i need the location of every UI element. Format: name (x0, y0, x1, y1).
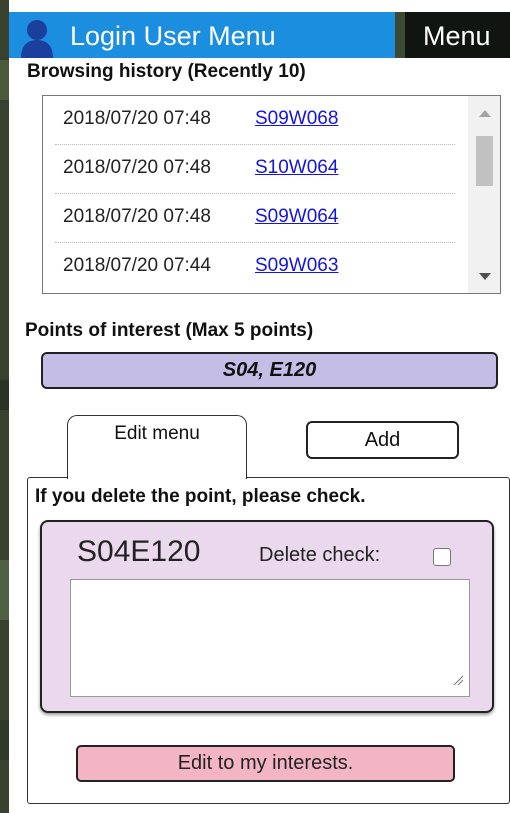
tab-edit-menu[interactable]: Edit menu (67, 415, 247, 479)
login-user-menu-label: Login User Menu (70, 21, 276, 51)
history-link[interactable]: S09W068 (255, 108, 338, 130)
history-heading: Browsing history (Recently 10) (27, 61, 306, 82)
history-time: 2018/07/20 07:44 (63, 255, 211, 276)
poi-selected-point[interactable]: S04, E120 (41, 352, 498, 389)
history-link[interactable]: S09W064 (255, 206, 338, 228)
scroll-up-arrow-icon[interactable] (479, 110, 491, 117)
delete-checkbox[interactable] (433, 548, 451, 566)
login-user-menu-button[interactable]: Login User Menu (9, 12, 395, 58)
history-row: 2018/07/20 07:48 S09W064 (55, 194, 455, 243)
poi-heading: Points of interest (Max 5 points) (25, 320, 314, 341)
scroll-thumb[interactable] (476, 136, 493, 186)
edit-to-my-interests-button[interactable]: Edit to my interests. (76, 745, 455, 782)
history-row: 2018/07/20 07:48 S09W068 (55, 96, 455, 145)
history-time: 2018/07/20 07:48 (63, 108, 211, 129)
scroll-down-arrow-icon[interactable] (479, 273, 491, 280)
map-background-strip (0, 0, 9, 813)
top-bar: Login User Menu Menu (9, 12, 510, 58)
edit-panel: If you delete the point, please check. S… (27, 477, 510, 804)
point-note-textarea[interactable] (70, 579, 470, 697)
menu-label: Menu (423, 21, 491, 51)
history-row: 2018/07/20 07:48 S10W064 (55, 145, 455, 194)
point-card: S04E120 Delete check: (40, 520, 494, 713)
history-scrollbar[interactable] (468, 96, 500, 293)
menu-button[interactable]: Menu (395, 12, 510, 58)
delete-check-label: Delete check: (259, 544, 381, 566)
history-time: 2018/07/20 07:48 (63, 206, 211, 227)
history-link[interactable]: S10W064 (255, 157, 338, 179)
delete-notice: If you delete the point, please check. (35, 486, 366, 507)
resize-handle-icon[interactable] (453, 675, 463, 685)
history-time: 2018/07/20 07:48 (63, 157, 211, 178)
add-button[interactable]: Add (306, 421, 459, 459)
point-code: S04E120 (77, 535, 201, 568)
history-row: 2018/07/20 07:44 S09W063 (55, 243, 455, 291)
user-icon (21, 20, 53, 58)
menu-grip (395, 12, 405, 58)
tab-edit-menu-label: Edit menu (114, 423, 200, 444)
user-panel: Browsing history (Recently 10) 2018/07/2… (9, 58, 510, 813)
history-link[interactable]: S09W063 (255, 255, 338, 277)
history-list[interactable]: 2018/07/20 07:48 S09W068 2018/07/20 07:4… (42, 95, 501, 294)
